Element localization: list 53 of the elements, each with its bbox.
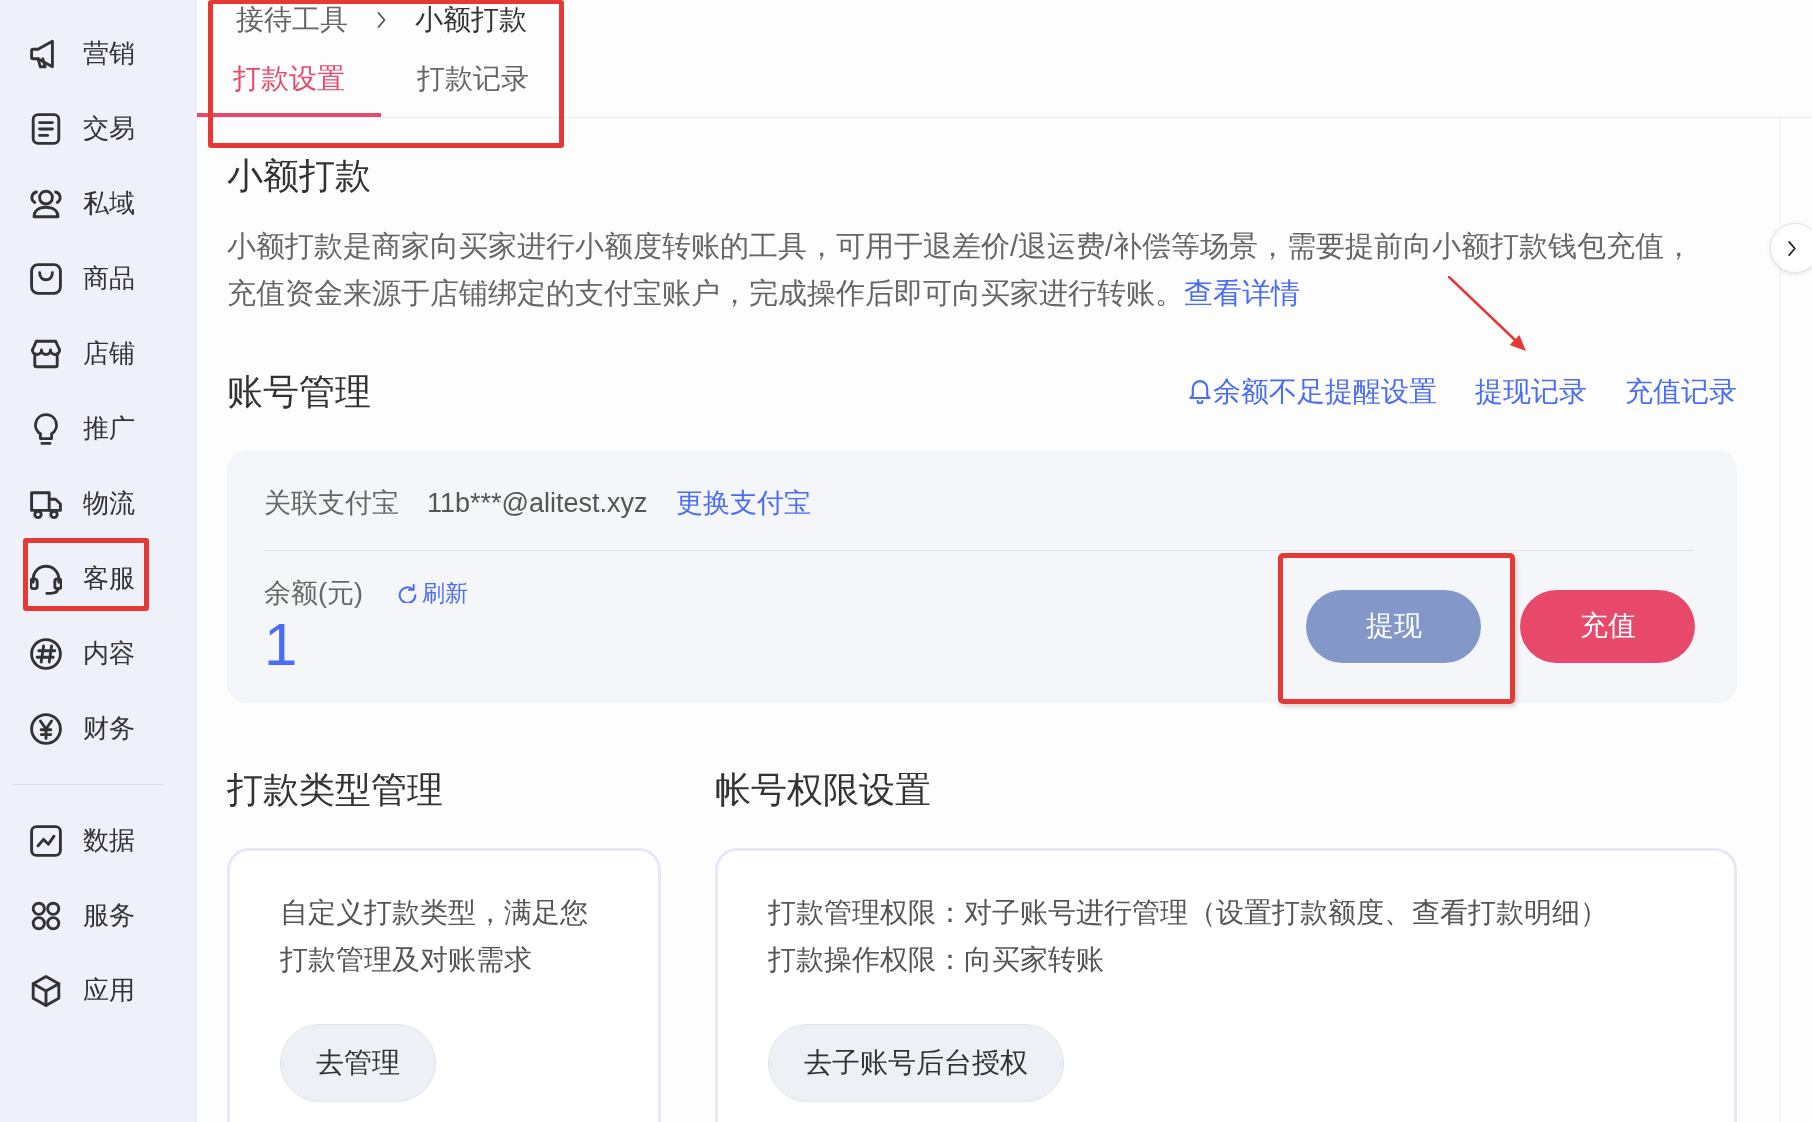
sidebar-item[interactable]: 应用 [0,953,197,1028]
recharge-button[interactable]: 充值 [1520,589,1695,663]
grid-icon [30,899,62,932]
bell-icon [1189,380,1211,404]
toggle-button[interactable] [1770,223,1812,273]
chevron-right-icon [376,11,387,29]
cube-icon [30,974,62,1007]
refresh-button[interactable]: 刷新 [398,577,468,609]
sidebar-item[interactable]: 内容 [0,616,197,691]
breadcrumb-current: 小额打款 [415,6,527,34]
sidebar-item[interactable]: 服务 [0,878,197,953]
sidebar-item[interactable]: 数据 [0,803,197,878]
refresh-icon [398,583,417,603]
sidebar-item[interactable]: 交易 [0,91,197,166]
balance-amount: 1 [264,614,299,676]
card-description: 自定义打款类型，满足您打款管理及对账需求 [280,896,589,977]
description-text: 小额打款是商家向买家进行小额度转账的工具，可用于退差价/退运费/补偿等场景，需要提前向小额打款钱包充值，充值资金来源于店铺绑定的支付宝账户，完成操作后即可向买家进行转账。查看详情 [227,229,1695,311]
page-title: 小额打款 [227,154,372,198]
sidebar-item[interactable]: 商品 [0,241,197,316]
account-text: 11b***@alitest.xyz [427,487,648,519]
details-link[interactable]: 查看详情 [1184,277,1300,309]
section-title: 打款类型管理 [227,768,444,812]
breadcrumb-link[interactable]: 接待工具 [236,6,348,34]
sidebar-item[interactable]: 物流 [0,466,197,541]
tab[interactable]: 打款记录 [381,45,565,117]
record-link[interactable]: 充值记录 [1625,372,1737,412]
yen-icon [30,712,62,745]
permission-text: 打款操作权限：向买家转账 [768,943,1105,977]
bag-icon [30,262,62,295]
reminder-link[interactable]: 余额不足提醒设置 [1189,372,1437,412]
chevron-right-icon [1787,239,1797,257]
headset-icon [30,562,62,595]
change-link[interactable]: 更换支付宝 [675,484,811,522]
field-label: 关联支付宝 [264,487,399,520]
manage-button[interactable]: 去管理 [280,1024,436,1102]
tab[interactable]: 打款设置 [197,45,381,117]
document-icon [30,112,62,145]
section-title: 帐号权限设置 [715,768,932,812]
sidebar-item[interactable]: 财务 [0,691,197,766]
authorize-button[interactable]: 去子账号后台授权 [768,1024,1064,1102]
store-icon [30,337,62,370]
chart-icon [30,824,62,857]
sidebar-item[interactable]: 推广 [0,391,197,466]
record-link[interactable]: 提现记录 [1475,372,1587,412]
sidebar-item[interactable]: 营销 [0,16,197,91]
sidebar-item[interactable]: 店铺 [0,316,197,391]
permission-text: 打款管理权限：对子账号进行管理（设置打款额度、查看打款明细） [768,896,1609,930]
users-icon [30,187,62,220]
hashtag-icon [30,637,62,670]
sidebar-item[interactable]: 客服 [0,541,197,616]
field-label: 余额(元) [264,577,363,610]
section-title: 账号管理 [227,370,371,414]
sidebar-item[interactable]: 私域 [0,166,197,241]
